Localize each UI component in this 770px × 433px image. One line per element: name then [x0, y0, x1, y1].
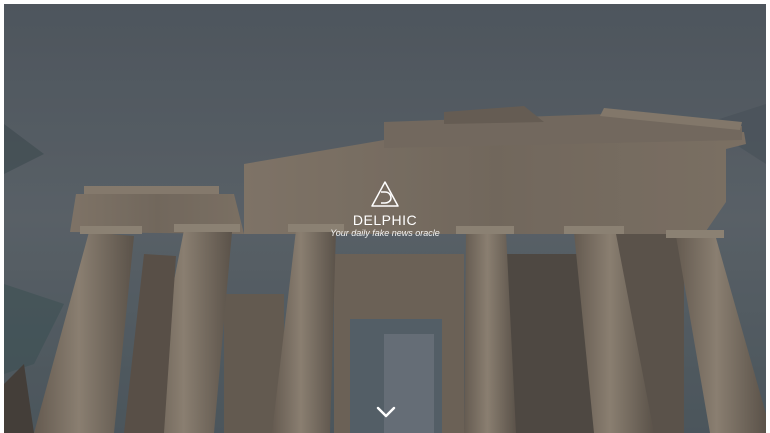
chevron-down-icon[interactable] [375, 404, 397, 420]
brand-block: DELPHIC Your daily fake news oracle [4, 180, 766, 239]
site-tagline: Your daily fake news oracle [330, 228, 440, 238]
hero-section: DELPHIC Your daily fake news oracle [4, 4, 766, 433]
site-title: DELPHIC [352, 212, 418, 228]
delta-triangle-logo-icon [371, 181, 399, 207]
